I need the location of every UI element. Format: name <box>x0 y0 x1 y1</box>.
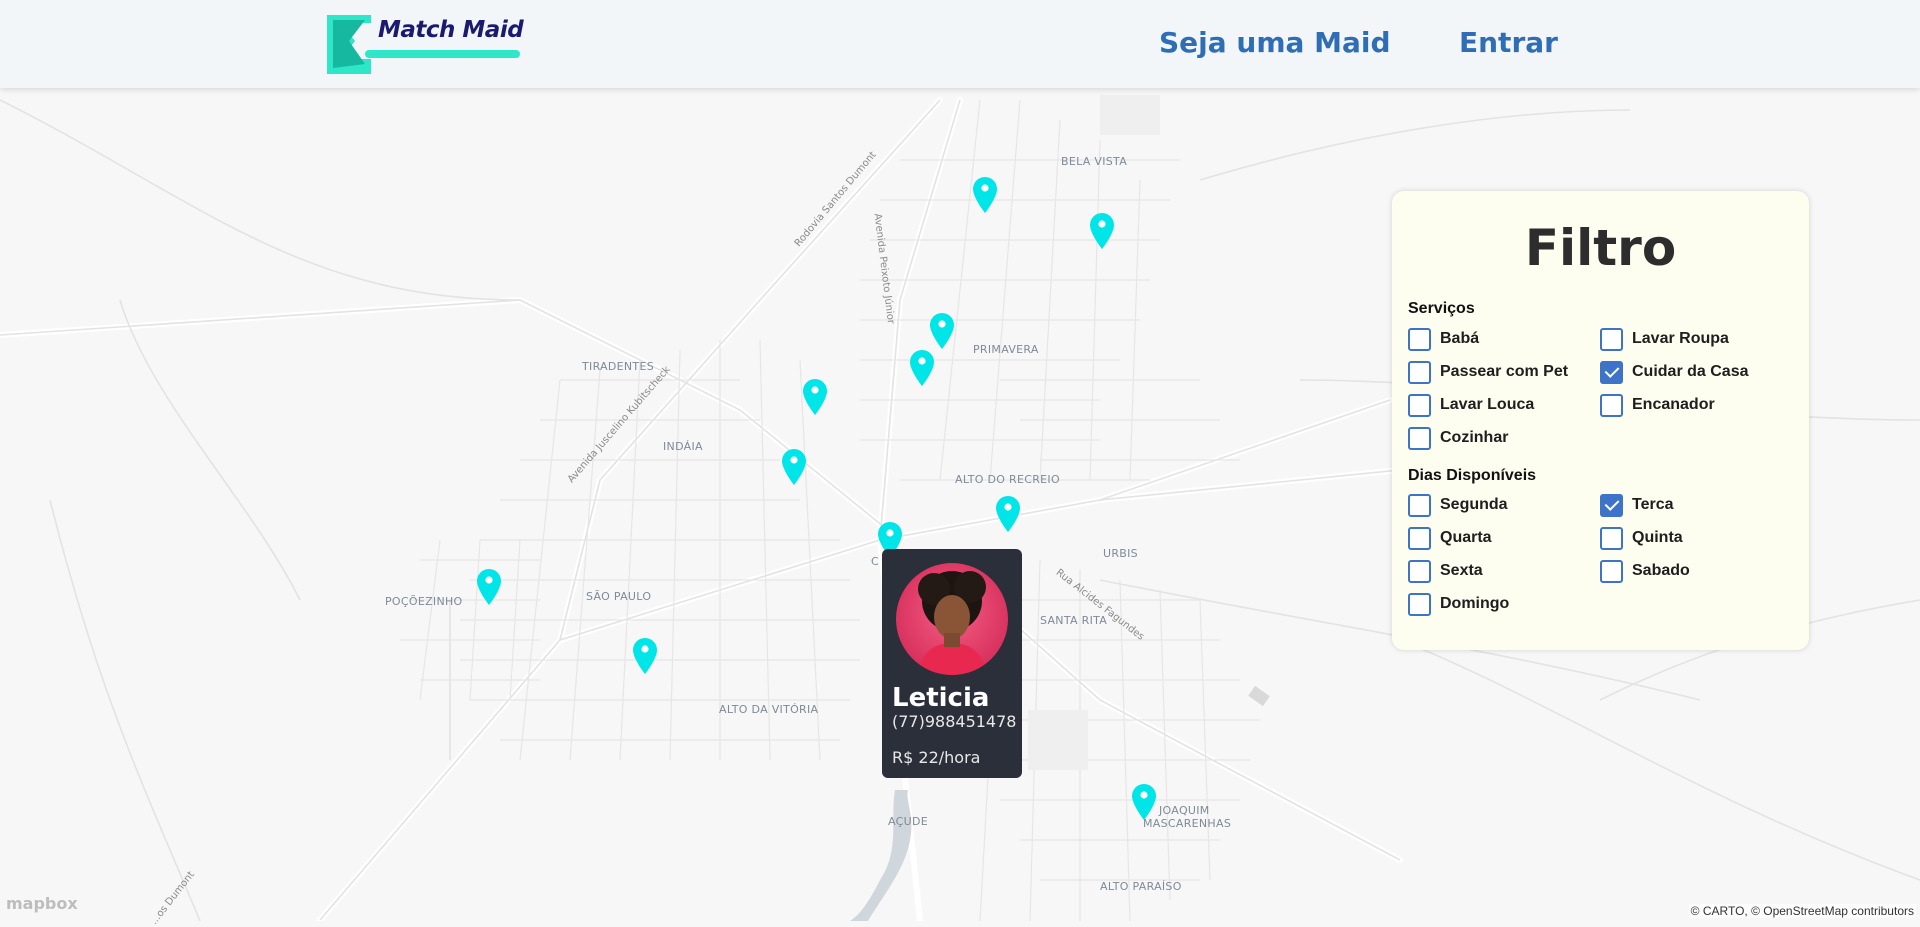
checkbox[interactable] <box>1408 559 1431 583</box>
checkbox-label: Passear com Pet <box>1440 363 1569 380</box>
mapbox-logo[interactable]: mapbox <box>6 894 78 913</box>
maid-price: R$ 22/hora <box>892 748 981 767</box>
neighborhood-label: SÃO PAULO <box>586 590 652 603</box>
map-pin-icon[interactable] <box>1131 783 1157 821</box>
maid-name: Leticia <box>892 683 990 713</box>
maid-popup[interactable]: Leticia (77)988451478 R$ 22/hora <box>882 549 1022 778</box>
map-pin-icon[interactable] <box>929 312 955 350</box>
map-pin-icon[interactable] <box>909 349 935 387</box>
checkbox[interactable] <box>1408 592 1431 616</box>
checkbox-label: Segunda <box>1440 496 1508 513</box>
neighborhood-label: AÇUDE <box>888 815 928 828</box>
checkbox[interactable] <box>1600 327 1623 351</box>
filter-option-sexta[interactable]: Sexta <box>1408 559 1483 583</box>
map-pin-icon[interactable] <box>632 637 658 675</box>
filter-option-quinta[interactable]: Quinta <box>1600 526 1683 550</box>
login-link[interactable]: Entrar <box>1459 26 1558 59</box>
profile-photo-icon <box>918 571 986 675</box>
checkbox[interactable] <box>1600 393 1623 417</box>
checkbox[interactable] <box>1408 360 1431 384</box>
neighborhood-label: SANTA RITA <box>1040 614 1108 627</box>
neighborhood-label: PRIMAVERA <box>973 343 1039 356</box>
checkbox[interactable] <box>1600 559 1623 583</box>
checkbox-label: Lavar Roupa <box>1632 330 1729 347</box>
neighborhood-label: ALTO PARAÍSO <box>1100 880 1182 893</box>
checkbox-label: Cozinhar <box>1440 429 1509 446</box>
filter-option-lavar-louca[interactable]: Lavar Louca <box>1408 393 1534 417</box>
checkbox[interactable] <box>1408 493 1431 517</box>
checkbox-label: Quinta <box>1632 529 1683 546</box>
filter-option-bab-[interactable]: Babá <box>1408 327 1479 351</box>
checkbox[interactable] <box>1408 526 1431 550</box>
map-pin-icon[interactable] <box>995 495 1021 533</box>
checkbox[interactable] <box>1408 426 1431 450</box>
filter-option-domingo[interactable]: Domingo <box>1408 592 1509 616</box>
checkbox[interactable] <box>1408 327 1431 351</box>
filter-option-segunda[interactable]: Segunda <box>1408 493 1508 517</box>
filter-option-sabado[interactable]: Sabado <box>1600 559 1690 583</box>
checkbox-label: Terca <box>1632 496 1674 513</box>
checkbox-label: Babá <box>1440 330 1480 347</box>
filter-option-encanador[interactable]: Encanador <box>1600 393 1715 417</box>
filter-option-lavar-roupa[interactable]: Lavar Roupa <box>1600 327 1729 351</box>
checkbox-label: Encanador <box>1632 396 1715 413</box>
filter-option-cuidar-da-casa[interactable]: Cuidar da Casa <box>1600 360 1748 384</box>
map-pin-icon[interactable] <box>972 176 998 214</box>
filter-option-terca[interactable]: Terca <box>1600 493 1674 517</box>
filter-panel: Filtro Serviços Babá Lavar Roupa Passear c… <box>1392 191 1809 650</box>
maid-phone: (77)988451478 <box>892 712 1017 731</box>
top-navbar: Match Maid Seja uma Maid Entrar <box>0 0 1920 88</box>
days-title: Dias Disponíveis <box>1408 467 1537 484</box>
checkbox-label: Quarta <box>1440 529 1492 546</box>
checkbox-label: Lavar Louca <box>1440 396 1535 413</box>
checkbox-label: Domingo <box>1440 595 1510 612</box>
filter-option-cozinhar[interactable]: Cozinhar <box>1408 426 1508 450</box>
neighborhood-label: URBIS <box>1103 547 1138 560</box>
checkbox[interactable] <box>1600 360 1623 384</box>
neighborhood-label: BELA VISTA <box>1061 155 1128 168</box>
map-pin-icon[interactable] <box>781 448 807 486</box>
neighborhood-label: POÇÕEZINHO <box>385 595 463 608</box>
neighborhood-label: ALTO DA VITÓRIA <box>719 703 819 716</box>
map-pin-icon[interactable] <box>1089 212 1115 250</box>
neighborhood-label: JOAQUIM <box>1159 804 1210 817</box>
filter-option-passear-com-pet[interactable]: Passear com Pet <box>1408 360 1568 384</box>
checkbox-label: Cuidar da Casa <box>1632 363 1749 380</box>
checkbox[interactable] <box>1408 393 1431 417</box>
checkbox-label: Sabado <box>1632 562 1690 579</box>
map-pin-icon[interactable] <box>802 378 828 416</box>
checkbox-label: Sexta <box>1440 562 1483 579</box>
filter-title: Filtro <box>1524 219 1677 277</box>
filter-option-quarta[interactable]: Quarta <box>1408 526 1492 550</box>
become-maid-link[interactable]: Seja uma Maid <box>1159 26 1391 59</box>
map-pin-icon[interactable] <box>476 568 502 606</box>
services-title: Serviços <box>1408 300 1475 317</box>
neighborhood-label: ALTO DO RECREIO <box>955 473 1060 486</box>
checkbox[interactable] <box>1600 493 1623 517</box>
neighborhood-label: TIRADENTES <box>582 360 654 373</box>
checkbox[interactable] <box>1600 526 1623 550</box>
logo-text: Match Maid <box>378 17 524 43</box>
neighborhood-label: INDÁIA <box>663 440 703 453</box>
map-attribution[interactable]: © CARTO, © OpenStreetMap contributors <box>1688 904 1916 918</box>
avatar <box>896 563 1008 675</box>
